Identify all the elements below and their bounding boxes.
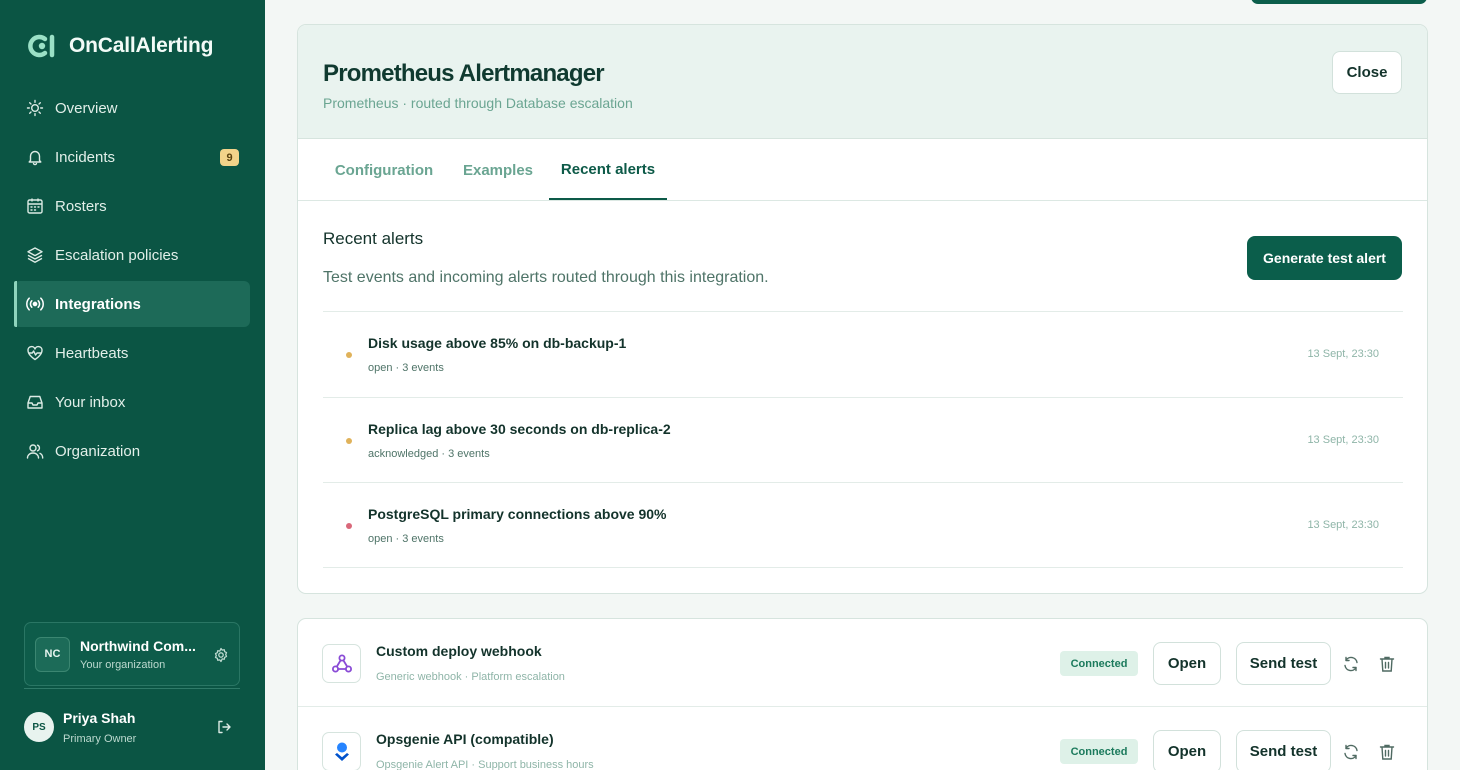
integration-subtitle: Generic webhook · Platform escalation xyxy=(376,671,565,683)
alert-timestamp: 13 Sept, 23:30 xyxy=(1307,433,1379,446)
status-badge: Connected xyxy=(1060,739,1138,764)
integration-name: Opsgenie API (compatible) xyxy=(376,731,554,747)
opsgenie-icon xyxy=(322,732,361,770)
alert-meta: acknowledged · 3 events xyxy=(368,447,490,460)
tab-configuration[interactable]: Configuration xyxy=(323,140,445,200)
generate-test-alert-button[interactable]: Generate test alert xyxy=(1247,236,1402,280)
sidebar-divider xyxy=(24,688,240,689)
refresh-icon[interactable] xyxy=(1342,655,1360,673)
list-item[interactable]: PostgreSQL primary connections above 90%… xyxy=(323,482,1403,568)
user-role: Primary Owner xyxy=(63,732,137,745)
user-name: Priya Shah xyxy=(63,709,136,726)
brand[interactable]: OnCallAlerting xyxy=(25,31,213,61)
avatar: PS xyxy=(24,712,54,742)
main-nav: Overview Incidents 9 Rosters Escalation … xyxy=(14,85,250,477)
send-test-button[interactable]: Send test xyxy=(1236,730,1331,770)
nav-item-escalation-policies[interactable]: Escalation policies xyxy=(14,232,250,278)
integration-row: Opsgenie API (compatible) Opsgenie Alert… xyxy=(298,707,1427,770)
integration-detail-panel: Prometheus Alertmanager Prometheus · rou… xyxy=(297,24,1428,594)
trash-icon[interactable] xyxy=(1379,743,1395,761)
integration-name: Custom deploy webhook xyxy=(376,643,542,659)
alert-title: Replica lag above 30 seconds on db-repli… xyxy=(368,420,671,437)
nav-item-rosters[interactable]: Rosters xyxy=(14,183,250,229)
tabs-divider xyxy=(298,200,1427,201)
panel-subtitle: Prometheus · routed through Database esc… xyxy=(323,95,633,111)
alert-timestamp: 13 Sept, 23:30 xyxy=(1307,519,1379,531)
section-title: Recent alerts xyxy=(323,229,424,248)
list-item[interactable]: Replica lag above 30 seconds on db-repli… xyxy=(323,396,1403,483)
alert-meta: open · 3 events xyxy=(368,533,444,545)
sidebar: OnCallAlerting Overview Incidents 9 Rost… xyxy=(0,0,265,770)
status-dot xyxy=(346,352,352,358)
nav-label: Your inbox xyxy=(55,393,126,411)
alert-title: PostgreSQL primary connections above 90% xyxy=(368,506,667,522)
user-profile[interactable]: PS Priya Shah Primary Owner xyxy=(24,705,240,749)
trash-icon[interactable] xyxy=(1379,655,1395,673)
org-subtitle: Your organization xyxy=(80,658,166,671)
nav-item-heartbeats[interactable]: Heartbeats xyxy=(14,330,250,376)
alerts-list: Disk usage above 85% on db-backup-1 open… xyxy=(323,311,1403,568)
tab-recent-alerts[interactable]: Recent alerts xyxy=(549,140,667,200)
org-text: Northwind Com... Your organization xyxy=(80,638,204,671)
layers-icon xyxy=(25,245,45,265)
logout-icon[interactable] xyxy=(216,719,232,735)
nav-label: Incidents xyxy=(55,148,116,166)
incidents-count-badge: 9 xyxy=(220,149,239,166)
panel-header: Prometheus Alertmanager Prometheus · rou… xyxy=(298,25,1427,139)
alert-title: Disk usage above 85% on db-backup-1 xyxy=(368,335,627,351)
tab-examples[interactable]: Examples xyxy=(462,140,534,200)
users-icon xyxy=(25,441,45,461)
open-button[interactable]: Open xyxy=(1153,730,1221,770)
nav-item-your-inbox[interactable]: Your inbox xyxy=(14,379,250,425)
nav-item-integrations[interactable]: Integrations xyxy=(14,281,250,327)
section-description: Test events and incoming alerts routed t… xyxy=(323,269,769,286)
integration-subtitle: Opsgenie Alert API · Support business ho… xyxy=(376,759,594,770)
nav-item-organization[interactable]: Organization xyxy=(14,428,250,474)
user-text: Priya Shah Primary Owner xyxy=(63,710,136,745)
sun-icon xyxy=(25,98,45,118)
inbox-icon xyxy=(25,392,45,412)
nav-item-overview[interactable]: Overview xyxy=(14,85,250,131)
nav-label: Overview xyxy=(55,99,118,117)
heart-pulse-icon xyxy=(25,343,45,363)
webhook-icon xyxy=(322,644,361,683)
status-dot xyxy=(346,437,352,444)
tabs: Configuration Examples Recent alerts xyxy=(323,140,1403,200)
send-test-button[interactable]: Send test xyxy=(1236,642,1331,685)
broadcast-icon xyxy=(25,294,45,314)
status-dot xyxy=(346,523,352,529)
app-name: OnCallAlerting xyxy=(69,34,214,57)
nav-label: Escalation policies xyxy=(55,246,179,264)
bell-icon xyxy=(25,147,45,167)
page-title: Prometheus Alertmanager xyxy=(323,60,605,87)
org-switcher[interactable]: NC Northwind Com... Your organization xyxy=(24,622,240,686)
nav-label: Rosters xyxy=(55,197,107,215)
integrations-list: Custom deploy webhook Generic webhook · … xyxy=(297,618,1428,770)
open-button[interactable]: Open xyxy=(1153,642,1221,685)
nav-item-incidents[interactable]: Incidents 9 xyxy=(14,134,250,180)
gear-icon[interactable] xyxy=(213,647,229,663)
alert-meta: open · 3 events xyxy=(368,362,444,374)
alert-timestamp: 13 Sept, 23:30 xyxy=(1307,348,1379,360)
top-action-button[interactable] xyxy=(1251,0,1427,4)
nav-label: Integrations xyxy=(55,295,141,313)
org-name: Northwind Com... xyxy=(80,637,196,654)
nav-label: Organization xyxy=(55,442,141,460)
logo-icon xyxy=(25,31,59,61)
close-button[interactable]: Close xyxy=(1332,51,1402,94)
status-badge: Connected xyxy=(1060,651,1138,676)
org-avatar: NC xyxy=(35,636,70,672)
list-item[interactable]: Disk usage above 85% on db-backup-1 open… xyxy=(323,311,1403,397)
calendar-icon xyxy=(25,196,45,216)
integration-row: Custom deploy webhook Generic webhook · … xyxy=(298,619,1427,707)
refresh-icon[interactable] xyxy=(1342,743,1360,761)
nav-label: Heartbeats xyxy=(55,344,129,362)
